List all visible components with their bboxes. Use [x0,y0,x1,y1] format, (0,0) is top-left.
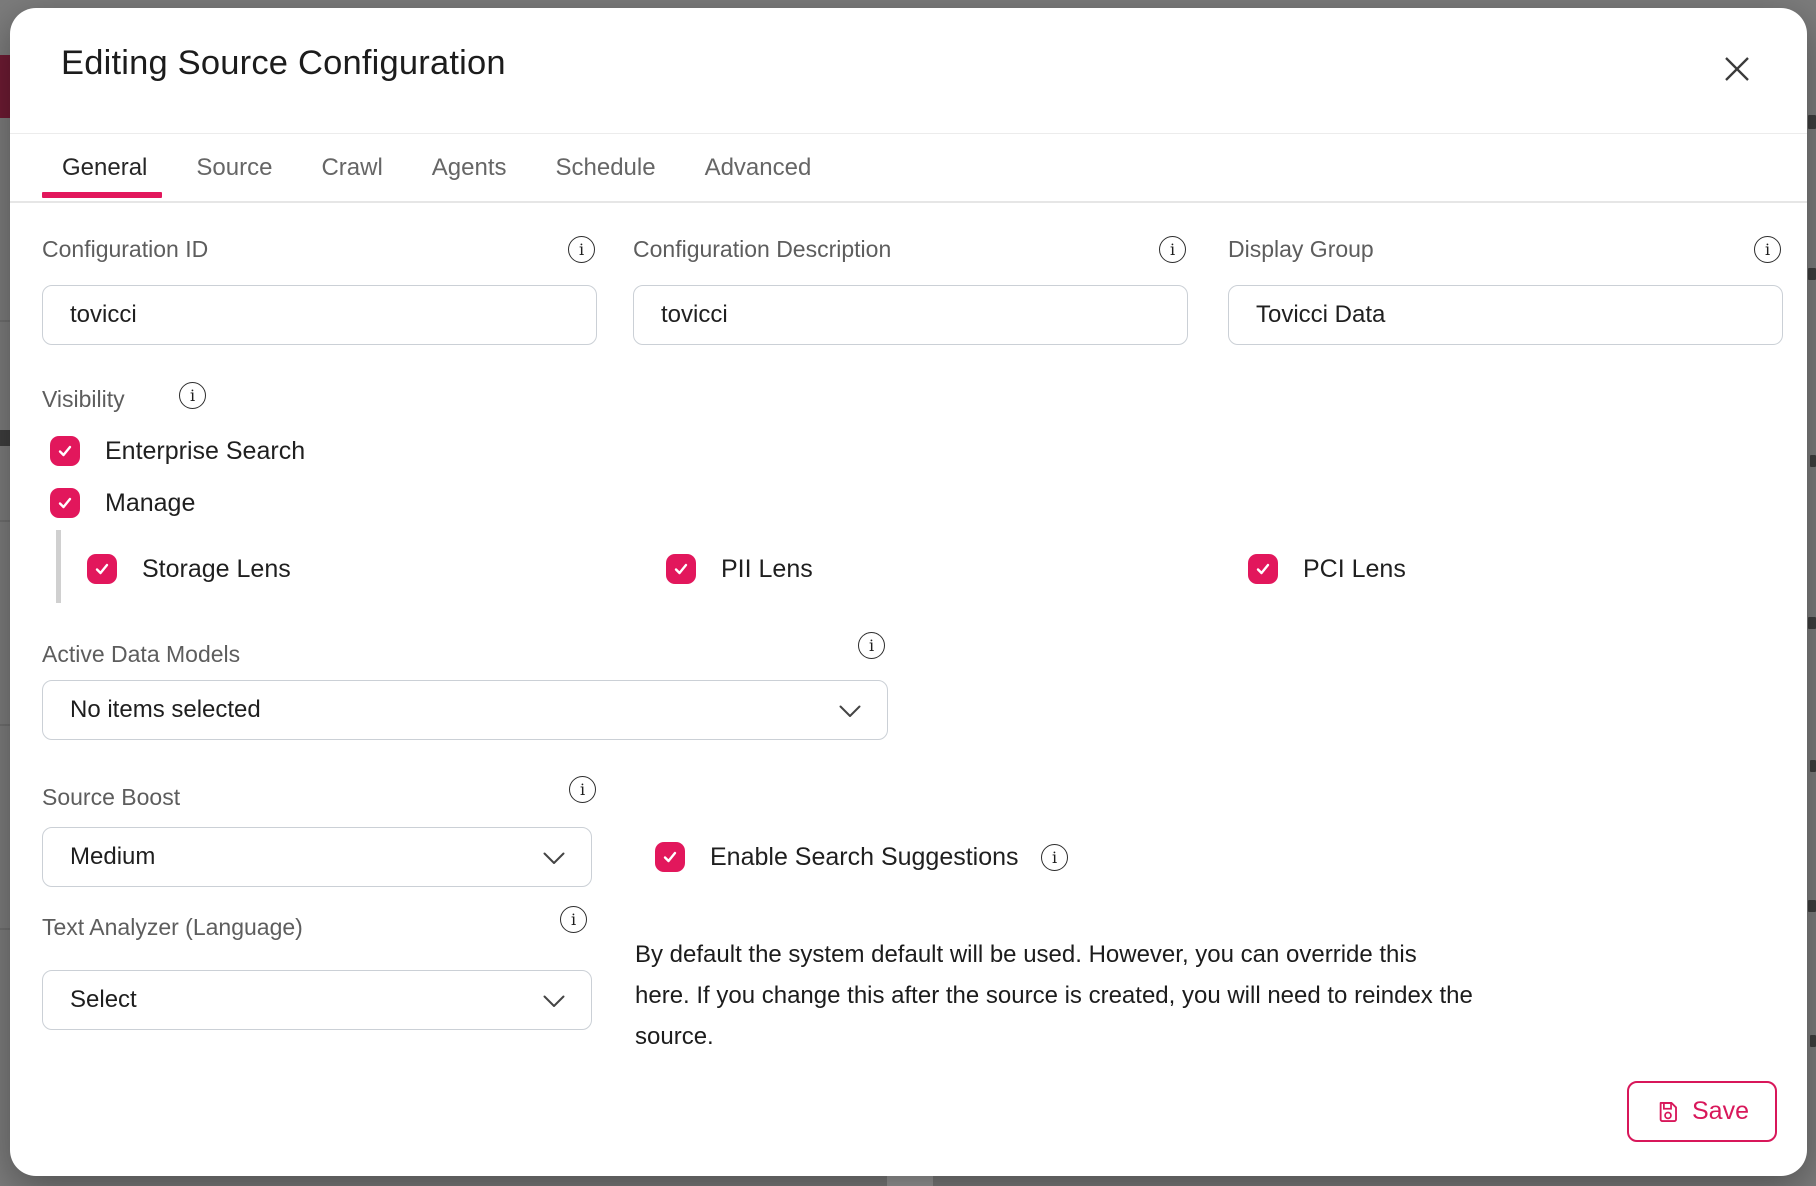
tab-source[interactable]: Source [196,154,272,182]
info-icon[interactable]: i [1754,236,1781,263]
screen: { "modal": { "title": "Editing Source Co… [0,0,1816,1186]
info-icon[interactable]: i [858,632,885,659]
background-text-fragment [1808,268,1816,280]
text-analyzer-help-text: By default the system default will be us… [635,934,1475,1057]
background-row-line [0,520,10,522]
tab-schedule[interactable]: Schedule [556,154,656,182]
checkbox-manage[interactable]: Manage [50,488,195,518]
background-scrollbar-fragment [887,1176,933,1186]
tab-crawl[interactable]: Crawl [321,154,382,182]
source-boost-select[interactable]: Medium [42,827,592,887]
text-analyzer-select[interactable]: Select [42,970,592,1030]
configuration-description-label: Configuration Description [633,236,1188,263]
background-text-fragment [0,430,10,446]
checkbox-label: Manage [105,489,195,518]
checkbox-label: Enable Search Suggestions [710,843,1019,872]
info-icon[interactable]: i [1159,236,1186,263]
close-button[interactable] [1717,49,1757,89]
save-button[interactable]: Save [1627,1081,1777,1142]
background-maroon-fragment [0,55,10,118]
display-group-label: Display Group [1228,236,1783,263]
background-text-fragment [1810,1035,1816,1047]
save-floppy-icon [1655,1099,1681,1125]
active-data-models-select[interactable]: No items selected [42,680,888,740]
checkbox-label: Storage Lens [142,555,291,584]
tab-agents[interactable]: Agents [432,154,507,182]
modal-title: Editing Source Configuration [61,44,506,83]
source-boost-label: Source Boost [42,784,180,811]
chevron-down-icon [839,705,861,723]
chevron-down-icon [543,995,565,1013]
tab-general[interactable]: General [62,154,147,182]
checkbox-storage-lens[interactable]: Storage Lens [87,554,291,584]
checkbox-checked-icon [666,554,696,584]
info-icon[interactable]: i [568,236,595,263]
text-analyzer-label: Text Analyzer (Language) [42,914,303,941]
checkbox-checked-icon [655,842,685,872]
close-icon [1722,54,1752,84]
edit-source-configuration-modal: Editing Source Configuration General Sou… [10,8,1807,1176]
info-icon[interactable]: i [569,776,596,803]
visibility-label: Visibility [42,386,125,413]
info-icon[interactable]: i [1041,844,1068,871]
background-row-line [0,724,10,726]
checkbox-checked-icon [87,554,117,584]
checkbox-checked-icon [1248,554,1278,584]
selected-value: Select [70,986,137,1014]
background-text-fragment [1808,115,1816,129]
checkbox-checked-icon [50,436,80,466]
background-text-fragment [1810,455,1816,467]
selected-value: Medium [70,843,155,871]
info-icon[interactable]: i [179,382,206,409]
tab-bar: General Source Crawl Agents Schedule Adv… [10,134,1807,203]
info-icon[interactable]: i [560,906,587,933]
active-data-models-label: Active Data Models [42,641,240,668]
checkbox-label: Enterprise Search [105,437,305,466]
chevron-down-icon [543,852,565,870]
background-text-fragment [1810,760,1816,772]
checkbox-pci-lens[interactable]: PCI Lens [1248,554,1406,584]
checkbox-label: PCI Lens [1303,555,1406,584]
checkbox-enterprise-search[interactable]: Enterprise Search [50,436,305,466]
background-row-line [0,320,10,322]
field-configuration-id: Configuration ID i [42,236,597,345]
field-display-group: Display Group i [1228,236,1783,345]
tab-advanced[interactable]: Advanced [705,154,812,182]
checkbox-label: PII Lens [721,555,813,584]
field-configuration-description: Configuration Description i [633,236,1188,345]
checkbox-pii-lens[interactable]: PII Lens [666,554,813,584]
configuration-id-label: Configuration ID [42,236,597,263]
background-row-line [0,928,10,930]
selected-value: No items selected [70,696,261,724]
configuration-description-input[interactable] [633,285,1188,345]
background-text-fragment [1808,617,1816,629]
background-text-fragment [1808,900,1816,912]
checkbox-enable-search-suggestions[interactable]: Enable Search Suggestions [655,842,1019,872]
sub-options-indent-bar [56,530,61,603]
save-button-label: Save [1692,1097,1749,1126]
display-group-input[interactable] [1228,285,1783,345]
checkbox-checked-icon [50,488,80,518]
configuration-id-input[interactable] [42,285,597,345]
